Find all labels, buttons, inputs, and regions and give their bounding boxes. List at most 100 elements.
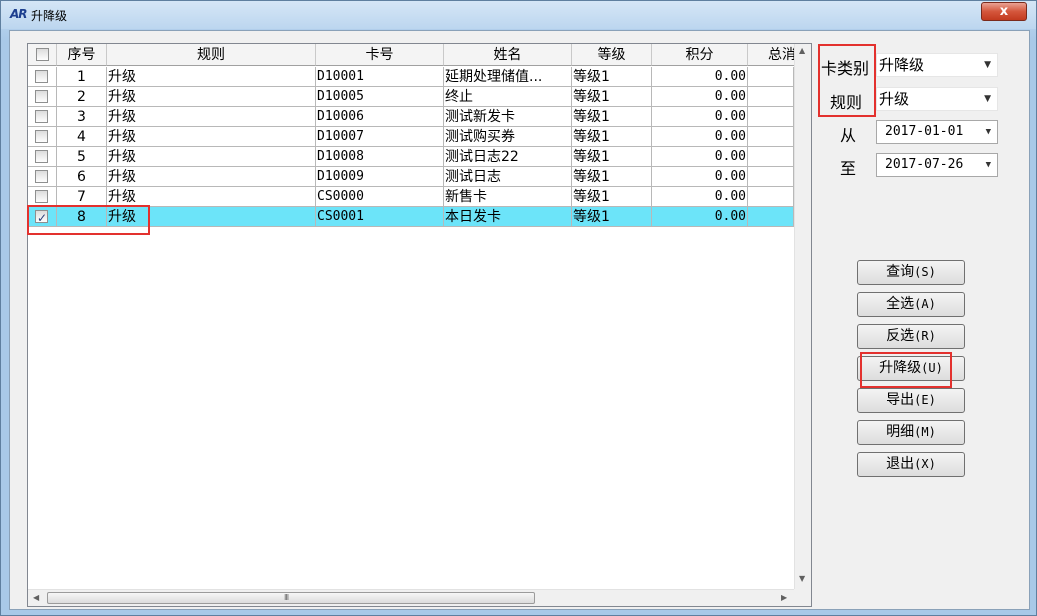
row-checkbox[interactable]	[35, 150, 48, 163]
table-row[interactable]: 5 升级 D10008 测试日志22 等级1 0.00	[28, 147, 794, 167]
invert-key: (R)	[914, 329, 936, 343]
to-label: 至	[840, 159, 857, 178]
row-checkbox[interactable]	[35, 110, 48, 123]
table-row[interactable]: 6 升级 D10009 测试日志 等级1 0.00	[28, 167, 794, 187]
upgrade-key: (U)	[921, 361, 943, 375]
cell-card: CS0001	[316, 207, 444, 227]
cell-level: 等级1	[572, 187, 652, 207]
cell-name: 测试日志22	[444, 147, 572, 167]
cell-rule: 升级	[107, 107, 316, 127]
to-date-value: 2017-07-26	[885, 157, 964, 172]
upgrade-label: 升降级	[879, 360, 922, 376]
cell-points: 0.00	[652, 167, 748, 187]
select-all-key: (A)	[914, 297, 936, 311]
header-no[interactable]: 序号	[57, 44, 107, 66]
exit-button[interactable]: 退出(X)	[857, 452, 965, 477]
query-label: 查询	[886, 264, 915, 280]
row-checkbox[interactable]	[35, 190, 48, 203]
cell-points: 0.00	[652, 127, 748, 147]
cell-name: 新售卡	[444, 187, 572, 207]
header-total[interactable]: 总消	[748, 44, 794, 66]
cell-no: 6	[57, 167, 107, 187]
row-checkbox[interactable]	[35, 90, 48, 103]
cell-level: 等级1	[572, 167, 652, 187]
cell-points: 0.00	[652, 87, 748, 107]
cell-rule: 升级	[107, 187, 316, 207]
close-button[interactable]: x	[981, 2, 1027, 21]
cell-name: 本日发卡	[444, 207, 572, 227]
invert-selection-button[interactable]: 反选(R)	[857, 324, 965, 349]
chevron-down-icon: ▼	[984, 60, 991, 70]
vertical-scrollbar[interactable]: ▲ ▼	[794, 44, 811, 589]
query-button[interactable]: 查询(S)	[857, 260, 965, 285]
table-row[interactable]: 7 升级 CS0000 新售卡 等级1 0.00	[28, 187, 794, 207]
scroll-right-icon[interactable]: ▶	[781, 593, 787, 602]
select-all-button[interactable]: 全选(A)	[857, 292, 965, 317]
chevron-down-icon: ▼	[984, 94, 991, 104]
cell-rule: 升级	[107, 207, 316, 227]
detail-button[interactable]: 明细(M)	[857, 420, 965, 445]
cell-total	[748, 147, 794, 167]
rule-label: 规则	[830, 93, 863, 112]
scroll-left-icon[interactable]: ◀	[33, 593, 39, 602]
header-name[interactable]: 姓名	[444, 44, 572, 66]
card-type-value: 升降级	[879, 56, 925, 74]
horizontal-scroll-thumb[interactable]: III	[47, 592, 535, 604]
row-select-cell	[28, 127, 57, 147]
row-checkbox[interactable]	[35, 70, 48, 83]
scroll-up-icon[interactable]: ▲	[799, 46, 805, 55]
header-level[interactable]: 等级	[572, 44, 652, 66]
chevron-down-icon: ▼	[985, 160, 991, 170]
cell-rule: 升级	[107, 67, 316, 87]
cell-total	[748, 167, 794, 187]
window-title: 升降级	[31, 9, 68, 23]
table-row[interactable]: 2 升级 D10005 终止 等级1 0.00	[28, 87, 794, 107]
select-all-checkbox[interactable]	[36, 48, 49, 61]
from-date-picker[interactable]: 2017-01-01 ▼	[876, 120, 998, 144]
row-select-cell	[28, 167, 57, 187]
card-type-select[interactable]: 升降级 ▼	[876, 53, 998, 77]
row-checkbox[interactable]	[35, 170, 48, 183]
cell-total	[748, 67, 794, 87]
cell-points: 0.00	[652, 67, 748, 87]
cell-rule: 升级	[107, 167, 316, 187]
cell-no: 7	[57, 187, 107, 207]
member-grid: 序号 规则 卡号 姓名 等级 积分 总消 1 升级 D10001 延期处理储值... 等…	[27, 43, 812, 607]
table-row[interactable]: 8升级CS0001本日发卡等级10.00	[28, 207, 794, 227]
horizontal-scrollbar[interactable]: ◀ III ▶	[28, 589, 794, 606]
scroll-down-icon[interactable]: ▼	[799, 574, 805, 583]
row-select-cell	[28, 67, 57, 87]
cell-card: D10009	[316, 167, 444, 187]
header-points[interactable]: 积分	[652, 44, 748, 66]
grid-body: 序号 规则 卡号 姓名 等级 积分 总消 1 升级 D10001 延期处理储值... 等…	[28, 44, 794, 589]
table-row[interactable]: 4 升级 D10007 测试购买券 等级1 0.00	[28, 127, 794, 147]
header-select-all[interactable]	[28, 44, 57, 66]
cell-points: 0.00	[652, 187, 748, 207]
header-rule[interactable]: 规则	[107, 44, 316, 66]
to-date-picker[interactable]: 2017-07-26 ▼	[876, 153, 998, 177]
scroll-corner	[794, 589, 811, 606]
rule-select[interactable]: 升级 ▼	[876, 87, 998, 111]
invert-label: 反选	[886, 328, 915, 344]
table-row[interactable]: 1 升级 D10001 延期处理储值... 等级1 0.00	[28, 67, 794, 87]
cell-level: 等级1	[572, 87, 652, 107]
cell-card: D10008	[316, 147, 444, 167]
app-logo-icon: AR	[10, 7, 28, 21]
cell-card: D10007	[316, 127, 444, 147]
query-key: (S)	[914, 265, 936, 279]
exit-label: 退出	[886, 456, 915, 472]
row-checkbox[interactable]	[35, 208, 48, 226]
select-all-label: 全选	[886, 296, 915, 312]
row-select-cell	[28, 207, 57, 227]
cell-total	[748, 107, 794, 127]
upgrade-downgrade-button[interactable]: 升降级(U)	[857, 356, 965, 381]
cell-name: 测试购买券	[444, 127, 572, 147]
export-button[interactable]: 导出(E)	[857, 388, 965, 413]
row-checkbox[interactable]	[35, 130, 48, 143]
cell-level: 等级1	[572, 207, 652, 227]
header-card-no[interactable]: 卡号	[316, 44, 444, 66]
table-row[interactable]: 3 升级 D10006 测试新发卡 等级1 0.00	[28, 107, 794, 127]
detail-key: (M)	[914, 425, 936, 439]
app-window: AR 升降级 x 序号 规则 卡号 姓名 等级 积分 总消 1 升级 D10001 延…	[0, 0, 1037, 616]
title-bar[interactable]: AR 升降级 x	[1, 1, 1036, 29]
